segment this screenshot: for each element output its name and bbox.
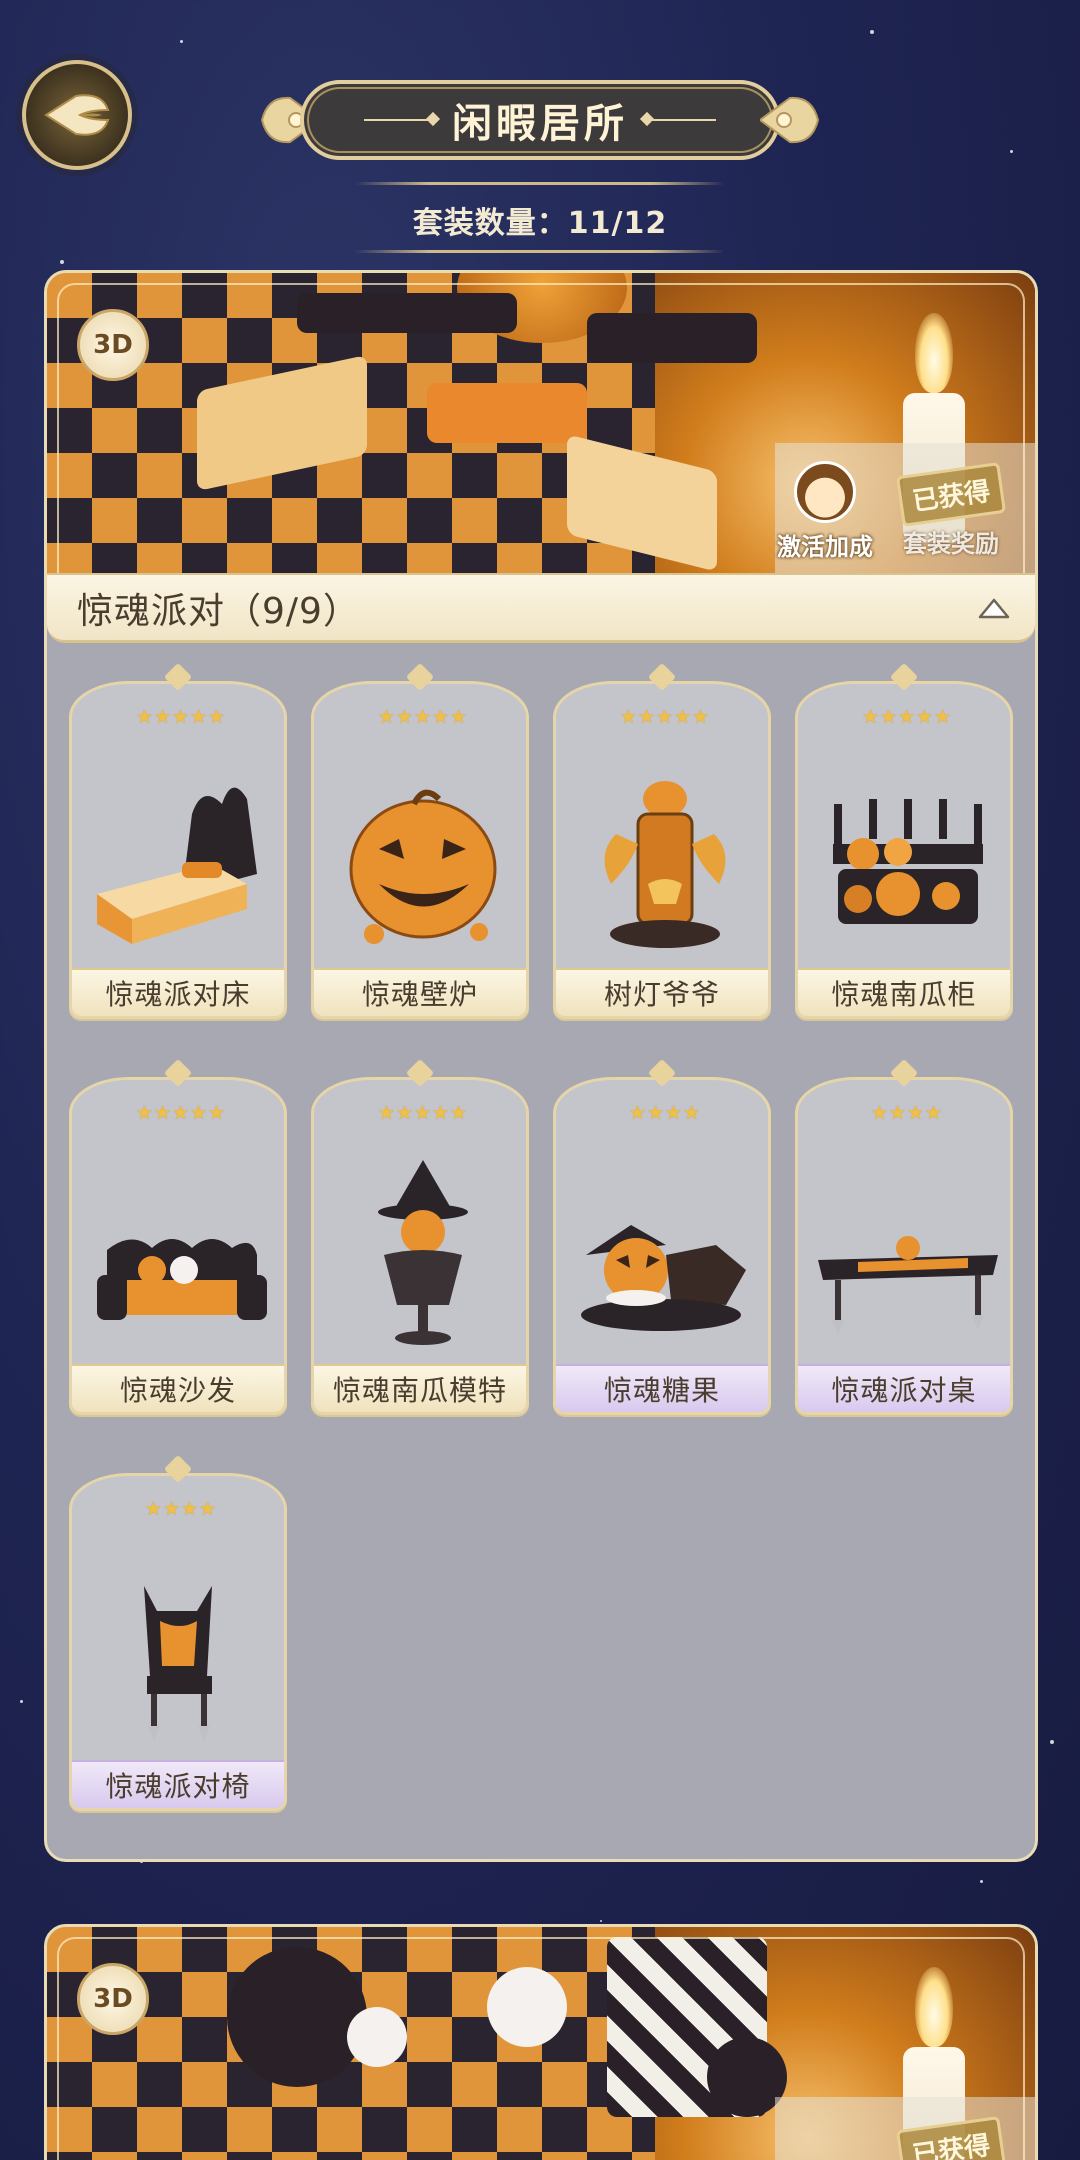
- set-card-halloween-party: 3D 激活加成 已获得 套装奖励 惊魂派对（9/9） ★★★★★ 惊魂派对床 ★…: [44, 270, 1038, 1862]
- set-count: 套装数量：11/12: [412, 206, 668, 241]
- rarity-stars: ★★★★★: [861, 706, 953, 728]
- title-banner: 闲暇居所: [260, 80, 820, 160]
- back-button[interactable]: [22, 60, 132, 170]
- obtained-stamp: 已获得: [895, 2116, 1007, 2160]
- item-grid: ★★★★★ 惊魂派对床 ★★★★★ 惊魂壁炉 ★★★★★ 树灯爷爷 ★★★★★ …: [47, 643, 1035, 1859]
- activate-bonus-button[interactable]: 激活加成: [770, 461, 880, 562]
- divider-bottom: [355, 250, 725, 253]
- pumpkin-fireplace-icon: [349, 789, 497, 944]
- party-chair-icon: [144, 1586, 212, 1741]
- set-reward-button[interactable]: 已获得 套装奖励: [891, 462, 1011, 559]
- item-name: 树灯爷爷: [556, 968, 768, 1016]
- wing-back-icon: [44, 94, 110, 136]
- item-name: 惊魂派对椅: [72, 1760, 284, 1808]
- item-name: 惊魂糖果: [556, 1364, 768, 1412]
- ornament-right-icon: [760, 96, 820, 144]
- item-card[interactable]: ★★★★★ 惊魂壁炉: [311, 662, 529, 1019]
- divider-top: [355, 182, 725, 185]
- rarity-stars: ★★★★★: [619, 706, 711, 728]
- item-name: 惊魂派对床: [72, 968, 284, 1016]
- set-card-next: 3D 已获得: [44, 1924, 1038, 2160]
- item-name: 惊魂派对桌: [798, 1364, 1010, 1412]
- item-name: 惊魂南瓜模特: [314, 1364, 526, 1412]
- 3d-view-button[interactable]: 3D: [77, 309, 149, 381]
- collapse-triangle-icon[interactable]: [977, 596, 1011, 620]
- pumpkin-cabinet-icon: [833, 799, 983, 924]
- rarity-stars: ★★★★★: [135, 1102, 227, 1124]
- scarecrow-mannequin-icon: [378, 1160, 468, 1345]
- rarity-stars: ★★★★★: [377, 706, 469, 728]
- 3d-view-button[interactable]: 3D: [77, 1963, 149, 2035]
- item-card[interactable]: ★★★★★ 惊魂沙发: [69, 1058, 287, 1415]
- item-card[interactable]: ★★★★★ 惊魂南瓜柜: [795, 662, 1013, 1019]
- obtained-stamp: 已获得: [895, 462, 1007, 527]
- set-reward-button[interactable]: 已获得: [891, 2116, 1011, 2160]
- set-name: 惊魂派对（9/9）: [77, 590, 360, 632]
- set-reward-label: 套装奖励: [903, 530, 999, 558]
- rarity-stars: ★★★★★: [377, 1102, 469, 1124]
- set-banner-image[interactable]: 3D 激活加成 已获得 套装奖励: [47, 273, 1035, 573]
- rarity-stars: ★★★★★: [135, 706, 227, 728]
- tree-lamp-icon: [604, 781, 726, 948]
- activate-bonus-label: 激活加成: [777, 533, 873, 561]
- set-header-bar[interactable]: 惊魂派对（9/9）: [47, 573, 1035, 643]
- avatar-icon: [794, 461, 856, 523]
- party-table-icon: [818, 1236, 998, 1335]
- title-plate: 闲暇居所: [300, 80, 780, 160]
- item-card[interactable]: ★★★★ 惊魂派对椅: [69, 1454, 287, 1811]
- item-card[interactable]: ★★★★★ 惊魂南瓜模特: [311, 1058, 529, 1415]
- rarity-stars: ★★★★: [628, 1102, 702, 1124]
- item-card[interactable]: ★★★★ 惊魂派对桌: [795, 1058, 1013, 1415]
- item-card[interactable]: ★★★★ 惊魂糖果: [553, 1058, 771, 1415]
- rarity-stars: ★★★★: [870, 1102, 944, 1124]
- item-name: 惊魂南瓜柜: [798, 968, 1010, 1016]
- set-banner-image[interactable]: 3D 已获得: [47, 1927, 1035, 2160]
- rarity-stars: ★★★★: [144, 1498, 218, 1520]
- bed-icon: [97, 787, 257, 944]
- sofa-icon: [97, 1239, 267, 1320]
- candy-icon: [581, 1225, 746, 1331]
- item-card[interactable]: ★★★★★ 惊魂派对床: [69, 662, 287, 1019]
- page-title: 闲暇居所: [452, 101, 628, 147]
- item-card[interactable]: ★★★★★ 树灯爷爷: [553, 662, 771, 1019]
- item-name: 惊魂沙发: [72, 1364, 284, 1412]
- item-name: 惊魂壁炉: [314, 968, 526, 1016]
